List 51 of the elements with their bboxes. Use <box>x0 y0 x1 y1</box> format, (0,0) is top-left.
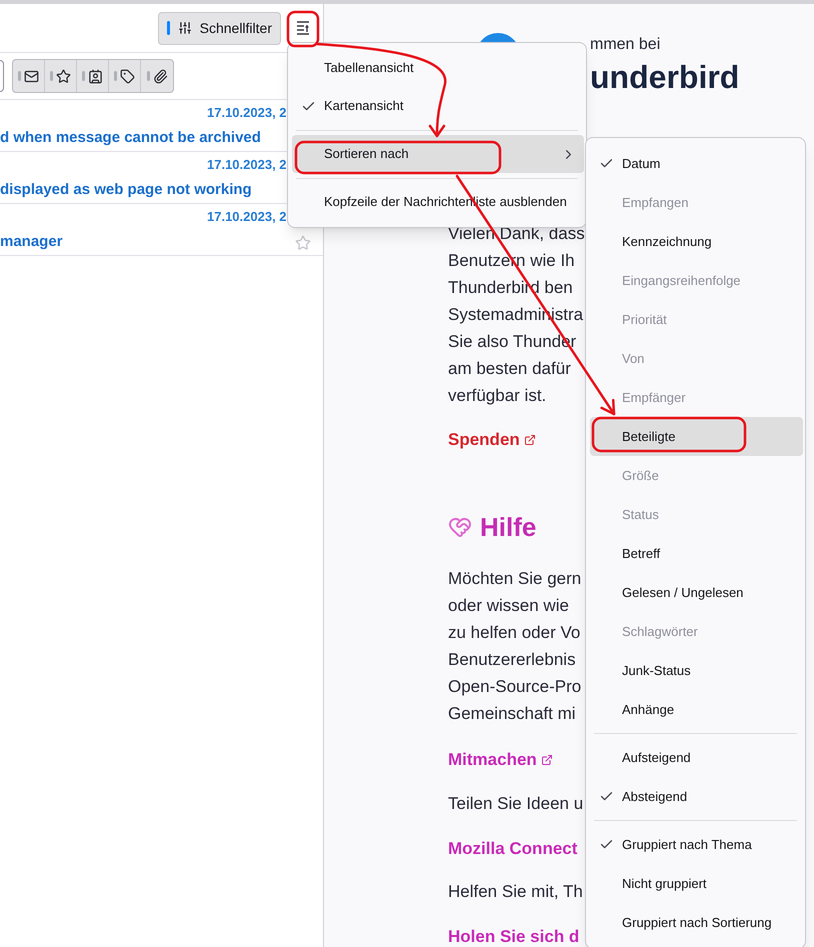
paragraph-line: Helfen Sie mit, Th <box>448 880 583 903</box>
menu-item[interactable]: Tabellenansicht <box>292 49 584 87</box>
paragraph-line: oder wissen wie <box>448 594 569 617</box>
star-icon <box>56 68 71 84</box>
envelope-icon <box>24 68 39 84</box>
toggle-indicator-icon <box>166 21 170 35</box>
menu-item[interactable]: Datum <box>590 144 803 183</box>
message-date: 17.10.2023, 2 <box>207 105 287 120</box>
message-date: 17.10.2023, 2 <box>207 157 287 172</box>
message-date: 17.10.2023, 2 <box>207 209 287 224</box>
section-heading: Hilfe <box>480 510 536 544</box>
paragraph-line: am besten dafür <box>448 358 571 380</box>
sliders-icon <box>178 21 192 35</box>
menu-item[interactable]: Anhänge <box>590 690 803 729</box>
star-icon[interactable] <box>295 234 311 250</box>
heart-hands-icon <box>448 515 472 539</box>
text-link[interactable]: Holen Sie sich d <box>448 924 580 947</box>
menu-item[interactable]: Gelesen / Ungelesen <box>590 573 803 612</box>
paragraph-line: Möchten Sie gern <box>448 568 582 590</box>
text-link[interactable]: Mitmachen <box>448 746 537 772</box>
paragraph-line: Open-Source-Pro <box>448 676 582 698</box>
text-link[interactable]: Mozilla Connect <box>448 836 578 862</box>
highlight-frame <box>286 10 320 48</box>
contact-card-icon <box>88 68 103 84</box>
menu-item[interactable]: Junk-Status <box>590 651 803 690</box>
menu-item[interactable]: Nicht gruppiert <box>590 864 803 903</box>
menu-item[interactable]: Sortieren nach <box>292 135 584 173</box>
menu-item[interactable]: Gruppiert nach Sortierung <box>590 903 803 942</box>
external-link-icon <box>540 754 553 766</box>
paragraph-line: Teilen Sie Ideen u <box>448 792 584 815</box>
message-subject: d when message cannot be archived <box>0 128 261 148</box>
search-field[interactable] <box>0 60 4 92</box>
paragraph-line: Gemeinschaft mi <box>448 702 576 725</box>
paperclip-icon <box>152 68 168 84</box>
menu-item[interactable]: Gruppiert nach Thema <box>590 825 803 864</box>
paragraph-line: zu helfen oder Vo <box>448 622 580 644</box>
welcome-greeting: mmen bei <box>590 35 662 55</box>
list-options-icon <box>295 20 311 36</box>
menu-item[interactable]: Betreff <box>590 534 803 573</box>
external-link-icon <box>524 434 536 446</box>
menu-item[interactable]: Aufsteigend <box>590 738 803 777</box>
menu-item[interactable]: Absteigend <box>590 777 803 816</box>
menu-item[interactable]: Kennzeichnung <box>590 222 803 261</box>
welcome-title: underbird <box>590 58 740 97</box>
message-subject: manager <box>0 232 63 252</box>
tag-icon <box>120 68 135 84</box>
quick-filter-button[interactable]: Schnellfilter <box>158 12 281 44</box>
text-link[interactable]: Spenden <box>448 426 520 452</box>
paragraph-line: verfügbar ist. <box>448 384 546 407</box>
paragraph-line: Benutzererlebnis <box>448 648 576 671</box>
message-subject: displayed as web page not working <box>0 180 252 200</box>
